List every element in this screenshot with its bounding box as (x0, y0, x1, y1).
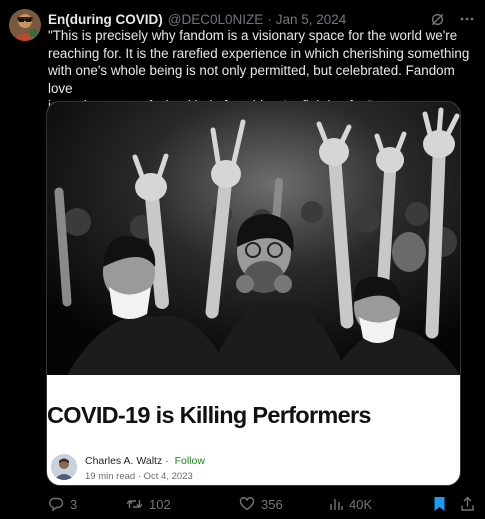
reply-count: 3 (70, 496, 78, 512)
separator-dot: · (267, 11, 272, 27)
link-card[interactable]: COVID-19 is Killing Performers Charles A… (46, 101, 461, 486)
action-bar: 3 102 356 40K (48, 494, 475, 514)
article-title[interactable]: COVID-19 is Killing Performers (47, 402, 371, 429)
article-meta: 19 min read · Oct 4, 2023 (85, 471, 193, 482)
share-button[interactable] (460, 496, 475, 512)
retweet-button[interactable]: 102 (126, 496, 221, 512)
like-count: 356 (261, 496, 283, 512)
author-line: Charles A. Waltz · Follow (85, 455, 205, 467)
publish-date: Oct 4, 2023 (143, 471, 193, 482)
views-icon (330, 499, 343, 510)
display-name[interactable]: En(during COVID) (48, 12, 163, 27)
retweet-icon (126, 500, 143, 508)
meta-separator: · (137, 471, 141, 482)
views-count: 40K (349, 496, 373, 512)
retweet-count: 102 (149, 496, 171, 512)
views-button[interactable]: 40K (329, 496, 414, 512)
bookmark-icon (434, 497, 445, 511)
author-photo (51, 454, 77, 480)
follow-button[interactable]: Follow (175, 455, 205, 467)
avatar-image (9, 9, 41, 41)
reply-icon (49, 497, 64, 512)
share-icon (461, 496, 474, 511)
author-name[interactable]: Charles A. Waltz (85, 455, 162, 467)
reply-button[interactable]: 3 (48, 496, 120, 512)
concert-crowd-image (47, 102, 460, 375)
more-icon[interactable] (459, 11, 475, 27)
tweet-date[interactable]: Jan 5, 2024 (276, 12, 347, 27)
bookmark-button[interactable] (433, 496, 446, 512)
user-handle[interactable]: @DEC0L0NIZE (168, 12, 263, 27)
avatar[interactable] (9, 9, 41, 41)
like-button[interactable]: 356 (239, 496, 329, 512)
author-separator: · (165, 455, 169, 467)
read-time: 19 min read (85, 471, 136, 482)
grok-icon[interactable] (430, 12, 445, 27)
author-avatar[interactable] (51, 454, 77, 480)
like-icon (239, 497, 255, 511)
tweet-header: En(during COVID) @DEC0L0NIZE · Jan 5, 20… (48, 9, 475, 29)
